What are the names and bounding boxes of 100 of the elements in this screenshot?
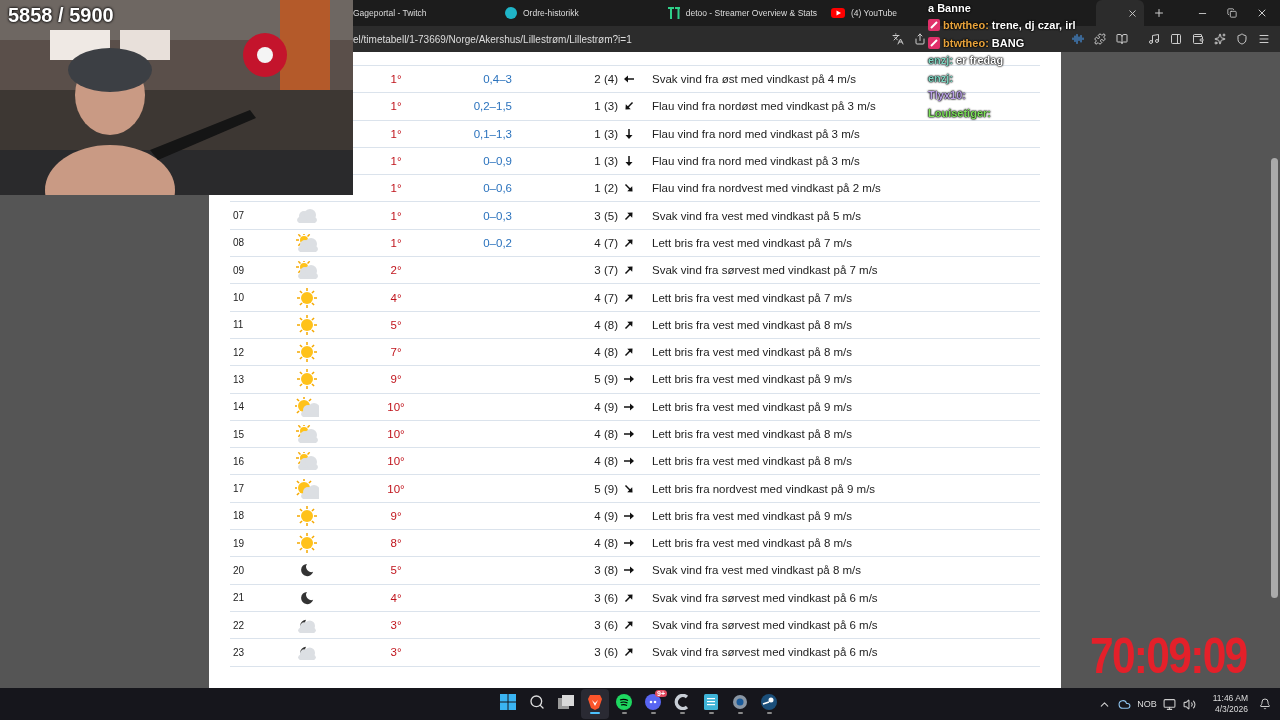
monitor-icon[interactable] <box>1162 697 1177 711</box>
windows-stack-icon[interactable] <box>558 695 574 709</box>
precipitation-cell-text: 0–0,2 <box>482 236 512 249</box>
wind-cell-text: 4 (8) <box>593 428 618 440</box>
settings-icon[interactable] <box>732 694 748 710</box>
site-icon <box>668 7 680 19</box>
wind-cell-text: 4 (8) <box>593 346 618 359</box>
hour-cell-text: 21 <box>232 592 246 604</box>
new-tab-icon[interactable] <box>1152 7 1166 19</box>
sun-icon <box>297 369 317 390</box>
sun-icon <box>297 314 317 335</box>
wind-cell-text: 2 (4) <box>593 73 618 86</box>
wind-cell-text: 4 (7) <box>593 236 618 249</box>
spotify-icon[interactable] <box>616 694 632 710</box>
chat-message: btwtheo: BANG <box>928 34 1025 52</box>
precipitation-cell-text: 0,4–3 <box>482 73 512 86</box>
moon-icon <box>300 590 314 605</box>
hour-cell-text: 20 <box>232 565 246 576</box>
arrow-icon <box>623 155 635 168</box>
wind-description: Lett bris fra vest med vindkast på 8 m/s <box>652 428 853 440</box>
timer: 70:09:09 <box>1090 627 1247 685</box>
close-icon[interactable] <box>1126 7 1138 19</box>
sun-icon <box>297 342 317 363</box>
taskbar-app[interactable] <box>581 689 609 719</box>
wind-cell-text: 3 (6) <box>593 619 618 632</box>
wind-cell-text: 3 (6) <box>593 646 618 659</box>
precipitation-cell-text: 0–0,3 <box>482 209 512 222</box>
language-indicator[interactable]: NOB <box>1137 699 1157 709</box>
temperature-cell-text: 4° <box>389 591 403 604</box>
lion-icon[interactable] <box>588 694 602 710</box>
temperature-cell-text: 7° <box>389 346 403 359</box>
chat-message: btwtheo: trene, dj czar, irl <box>928 16 1076 34</box>
cloud-icon <box>296 208 318 223</box>
chat-message: a Banne <box>928 0 971 16</box>
clock[interactable]: 11:46 AM 4/3/2026 <box>1212 693 1248 715</box>
hour-cell-text: 23 <box>232 646 246 658</box>
wind-cell-text: 5 (9) <box>593 482 618 495</box>
temperature-cell-text: 4° <box>389 291 403 304</box>
wind-cell-text: 5 (9) <box>593 373 618 386</box>
hour-cell-text: 15 <box>232 428 246 440</box>
discord-icon[interactable] <box>645 694 661 710</box>
play-icon <box>831 8 845 18</box>
sun-behind-cloud-icon <box>296 452 318 471</box>
wind-description: Lett bris fra vest med vindkast på 8 m/s <box>652 346 853 359</box>
sun-behind-cloud-icon <box>295 396 319 417</box>
counter: 5858 / 5900 <box>8 4 114 27</box>
browser-tab[interactable]: Ordre-historikk <box>497 0 660 26</box>
precipitation-cell-text: 0–0,9 <box>482 155 512 168</box>
hour-cell-text: 19 <box>232 537 246 549</box>
hour-cell-text: 17 <box>232 483 246 495</box>
wind-description: Lett bris fra vest med vindkast på 9 m/s <box>652 400 853 413</box>
address-field[interactable]: el/timetabell/1-73669/Norge/Akershus/Lillestrøm/Lillestrøm?i=1 <box>353 33 886 45</box>
wind-description: Lett bris fra vest med vindkast på 8 m/s <box>652 318 853 331</box>
temperature-cell-text: 1° <box>389 155 403 168</box>
temperature-cell-text: 10° <box>386 455 406 468</box>
volume-icon[interactable] <box>1182 697 1197 711</box>
wind-description: Lett bris fra vest med vindkast på 9 m/s <box>652 373 853 386</box>
moon-cloud-icon <box>296 617 318 634</box>
browser-tab[interactable]: detoo - Streamer Overview & Stats <box>660 0 823 26</box>
chat-message: Louisetiger: <box>928 105 991 121</box>
temperature-cell-text: 3° <box>389 619 403 632</box>
sun-behind-cloud-icon <box>296 261 318 280</box>
sun-icon <box>297 533 317 554</box>
browser-tab[interactable]: Gageportal - Twitch <box>353 0 497 26</box>
wind-description: Svak vind fra sørvest med vindkast på 6 m/s <box>652 619 878 632</box>
sun-behind-cloud-icon <box>295 478 319 499</box>
precipitation-cell-text: 0,1–1,3 <box>472 127 512 140</box>
search-icon[interactable] <box>529 694 545 710</box>
close-icon[interactable] <box>1256 7 1268 19</box>
cloud-icon[interactable] <box>1117 697 1132 711</box>
chat-message: enzj: er fredag <box>928 53 1004 69</box>
temperature-cell-text: 9° <box>389 509 403 522</box>
restore-icon[interactable] <box>1226 8 1238 18</box>
wind-cell-text: 4 (8) <box>593 537 618 550</box>
bell-icon[interactable] <box>1258 698 1272 710</box>
c-shape-icon[interactable] <box>674 694 690 710</box>
temperature-cell-text: 3° <box>389 646 403 659</box>
hour-cell-text: 11 <box>232 319 245 331</box>
precipitation-cell-text: 0–0,6 <box>482 182 512 195</box>
hour-cell-text: 13 <box>232 373 246 385</box>
hour-cell-text: 08 <box>232 237 246 249</box>
wind-description: Flau vind fra nordøst med vindkast på 3 m/s <box>652 100 876 113</box>
temperature-cell-text: 10° <box>386 482 406 495</box>
wind-description: Flau vind fra nordvest med vindkast på 2 m/s <box>652 182 881 195</box>
arrow-icon <box>623 127 635 140</box>
temperature-cell-text: 9° <box>389 373 403 386</box>
sun-icon <box>297 287 317 308</box>
temperature-cell-text: 1° <box>389 209 403 222</box>
wind-description: Lett bris fra nordvest med vindkast på 9 m/s <box>652 482 876 495</box>
moon-icon <box>300 563 314 578</box>
temperature-cell-text: 8° <box>389 537 403 550</box>
site-icon <box>505 7 517 19</box>
browser-tab[interactable]: (4) YouTube <box>823 0 928 26</box>
temperature-cell-text: 1° <box>389 73 403 86</box>
wind-description: Lett bris fra vest med vindkast på 7 m/s <box>652 291 853 304</box>
wind-cell-text: 3 (5) <box>593 209 618 222</box>
steam-icon[interactable] <box>761 694 777 710</box>
wind-description: Svak vind fra vest med vindkast på 8 m/s <box>652 564 861 577</box>
wind-description: Svak vind fra sørvest med vindkast på 7 m/s <box>652 264 878 277</box>
temperature-cell-text: 1° <box>389 236 403 249</box>
